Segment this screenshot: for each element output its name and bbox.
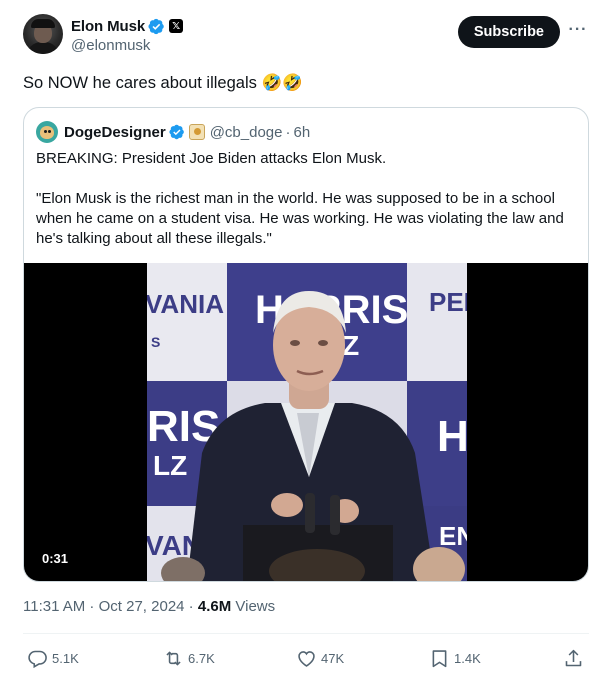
backdrop-text: LZ bbox=[153, 450, 187, 481]
tweet-date[interactable]: Oct 27, 2024 bbox=[99, 598, 185, 615]
tweet-header: Elon Musk 𝕏 @elonmusk Subscribe ··· bbox=[23, 14, 589, 58]
bookmark-icon bbox=[432, 649, 447, 667]
verified-badge-icon bbox=[169, 124, 184, 140]
more-options-icon[interactable]: ··· bbox=[567, 20, 589, 40]
video-player[interactable]: VANIA HARRIS LZ PEN RIS LZ VAN H EN S bbox=[24, 263, 588, 581]
quoted-author-handle[interactable]: @cb_doge bbox=[210, 124, 283, 141]
backdrop-text: EN bbox=[439, 521, 467, 551]
quoted-tweet-time[interactable]: 6h bbox=[293, 124, 310, 141]
video-thumbnail: VANIA HARRIS LZ PEN RIS LZ VAN H EN S bbox=[147, 263, 467, 581]
like-count: 47K bbox=[321, 650, 345, 666]
backdrop-text: PEN bbox=[429, 287, 467, 317]
x-affiliation-icon: 𝕏 bbox=[169, 19, 184, 33]
like-button[interactable]: 47K bbox=[296, 647, 344, 669]
author-display-name[interactable]: Elon Musk bbox=[71, 18, 145, 35]
tweet-text: So NOW he cares about illegals 🤣🤣 bbox=[23, 72, 303, 94]
separator-dot: · bbox=[85, 598, 99, 615]
backdrop-text: S bbox=[151, 334, 160, 350]
video-frame: VANIA HARRIS LZ PEN RIS LZ VAN H EN S bbox=[147, 263, 467, 581]
separator-dot: · bbox=[285, 123, 291, 141]
quoted-author-display-name[interactable]: DogeDesigner bbox=[64, 124, 166, 141]
reply-icon bbox=[28, 650, 47, 668]
views-label: Views bbox=[231, 598, 276, 615]
quoted-tweet-line-1: BREAKING: President Joe Biden attacks El… bbox=[36, 150, 387, 167]
author-handle[interactable]: @elonmusk bbox=[71, 37, 150, 54]
verified-badge-icon bbox=[148, 18, 164, 34]
tweet-time[interactable]: 11:31 AM bbox=[23, 598, 85, 615]
reply-count: 5.1K bbox=[52, 650, 79, 666]
tweet-text-body: So NOW he cares about illegals bbox=[23, 74, 262, 92]
subscribe-button[interactable]: Subscribe bbox=[457, 16, 560, 48]
author-name-row: Elon Musk 𝕏 bbox=[71, 16, 184, 36]
author-avatar[interactable] bbox=[23, 14, 63, 54]
affiliation-badge-icon bbox=[188, 124, 205, 140]
repost-icon bbox=[166, 651, 181, 665]
share-icon bbox=[565, 649, 582, 666]
share-button[interactable] bbox=[563, 647, 588, 669]
heart-icon bbox=[298, 650, 315, 667]
backdrop-text: H bbox=[437, 412, 467, 461]
tweet-meta: 11:31 AM · Oct 27, 2024 · 4.6M Views bbox=[23, 598, 275, 615]
quoted-author-avatar[interactable] bbox=[36, 121, 58, 143]
action-bar: 5.1K 6.7K 47K 1.4K bbox=[23, 647, 589, 671]
quoted-tweet-card[interactable]: DogeDesigner @cb_doge · 6h BREAKING: Pre… bbox=[23, 107, 589, 582]
repost-count: 6.7K bbox=[188, 650, 215, 666]
views-count: 4.6M bbox=[197, 598, 232, 615]
divider bbox=[23, 633, 589, 634]
backdrop-text: VANIA bbox=[147, 289, 224, 319]
bookmark-count: 1.4K bbox=[454, 650, 481, 666]
quoted-tweet-header: DogeDesigner @cb_doge · 6h bbox=[36, 121, 310, 143]
bookmark-button[interactable]: 1.4K bbox=[429, 647, 481, 669]
quoted-tweet-text: BREAKING: President Joe Biden attacks El… bbox=[36, 149, 581, 249]
rofl-emoji: 🤣🤣 bbox=[261, 73, 303, 92]
reply-button[interactable]: 5.1K bbox=[27, 647, 79, 669]
video-duration: 0:31 bbox=[36, 549, 75, 568]
quoted-tweet-line-2: "Elon Musk is the richest man in the wor… bbox=[36, 190, 564, 247]
repost-button[interactable]: 6.7K bbox=[163, 647, 215, 669]
separator-dot: · bbox=[184, 598, 198, 615]
